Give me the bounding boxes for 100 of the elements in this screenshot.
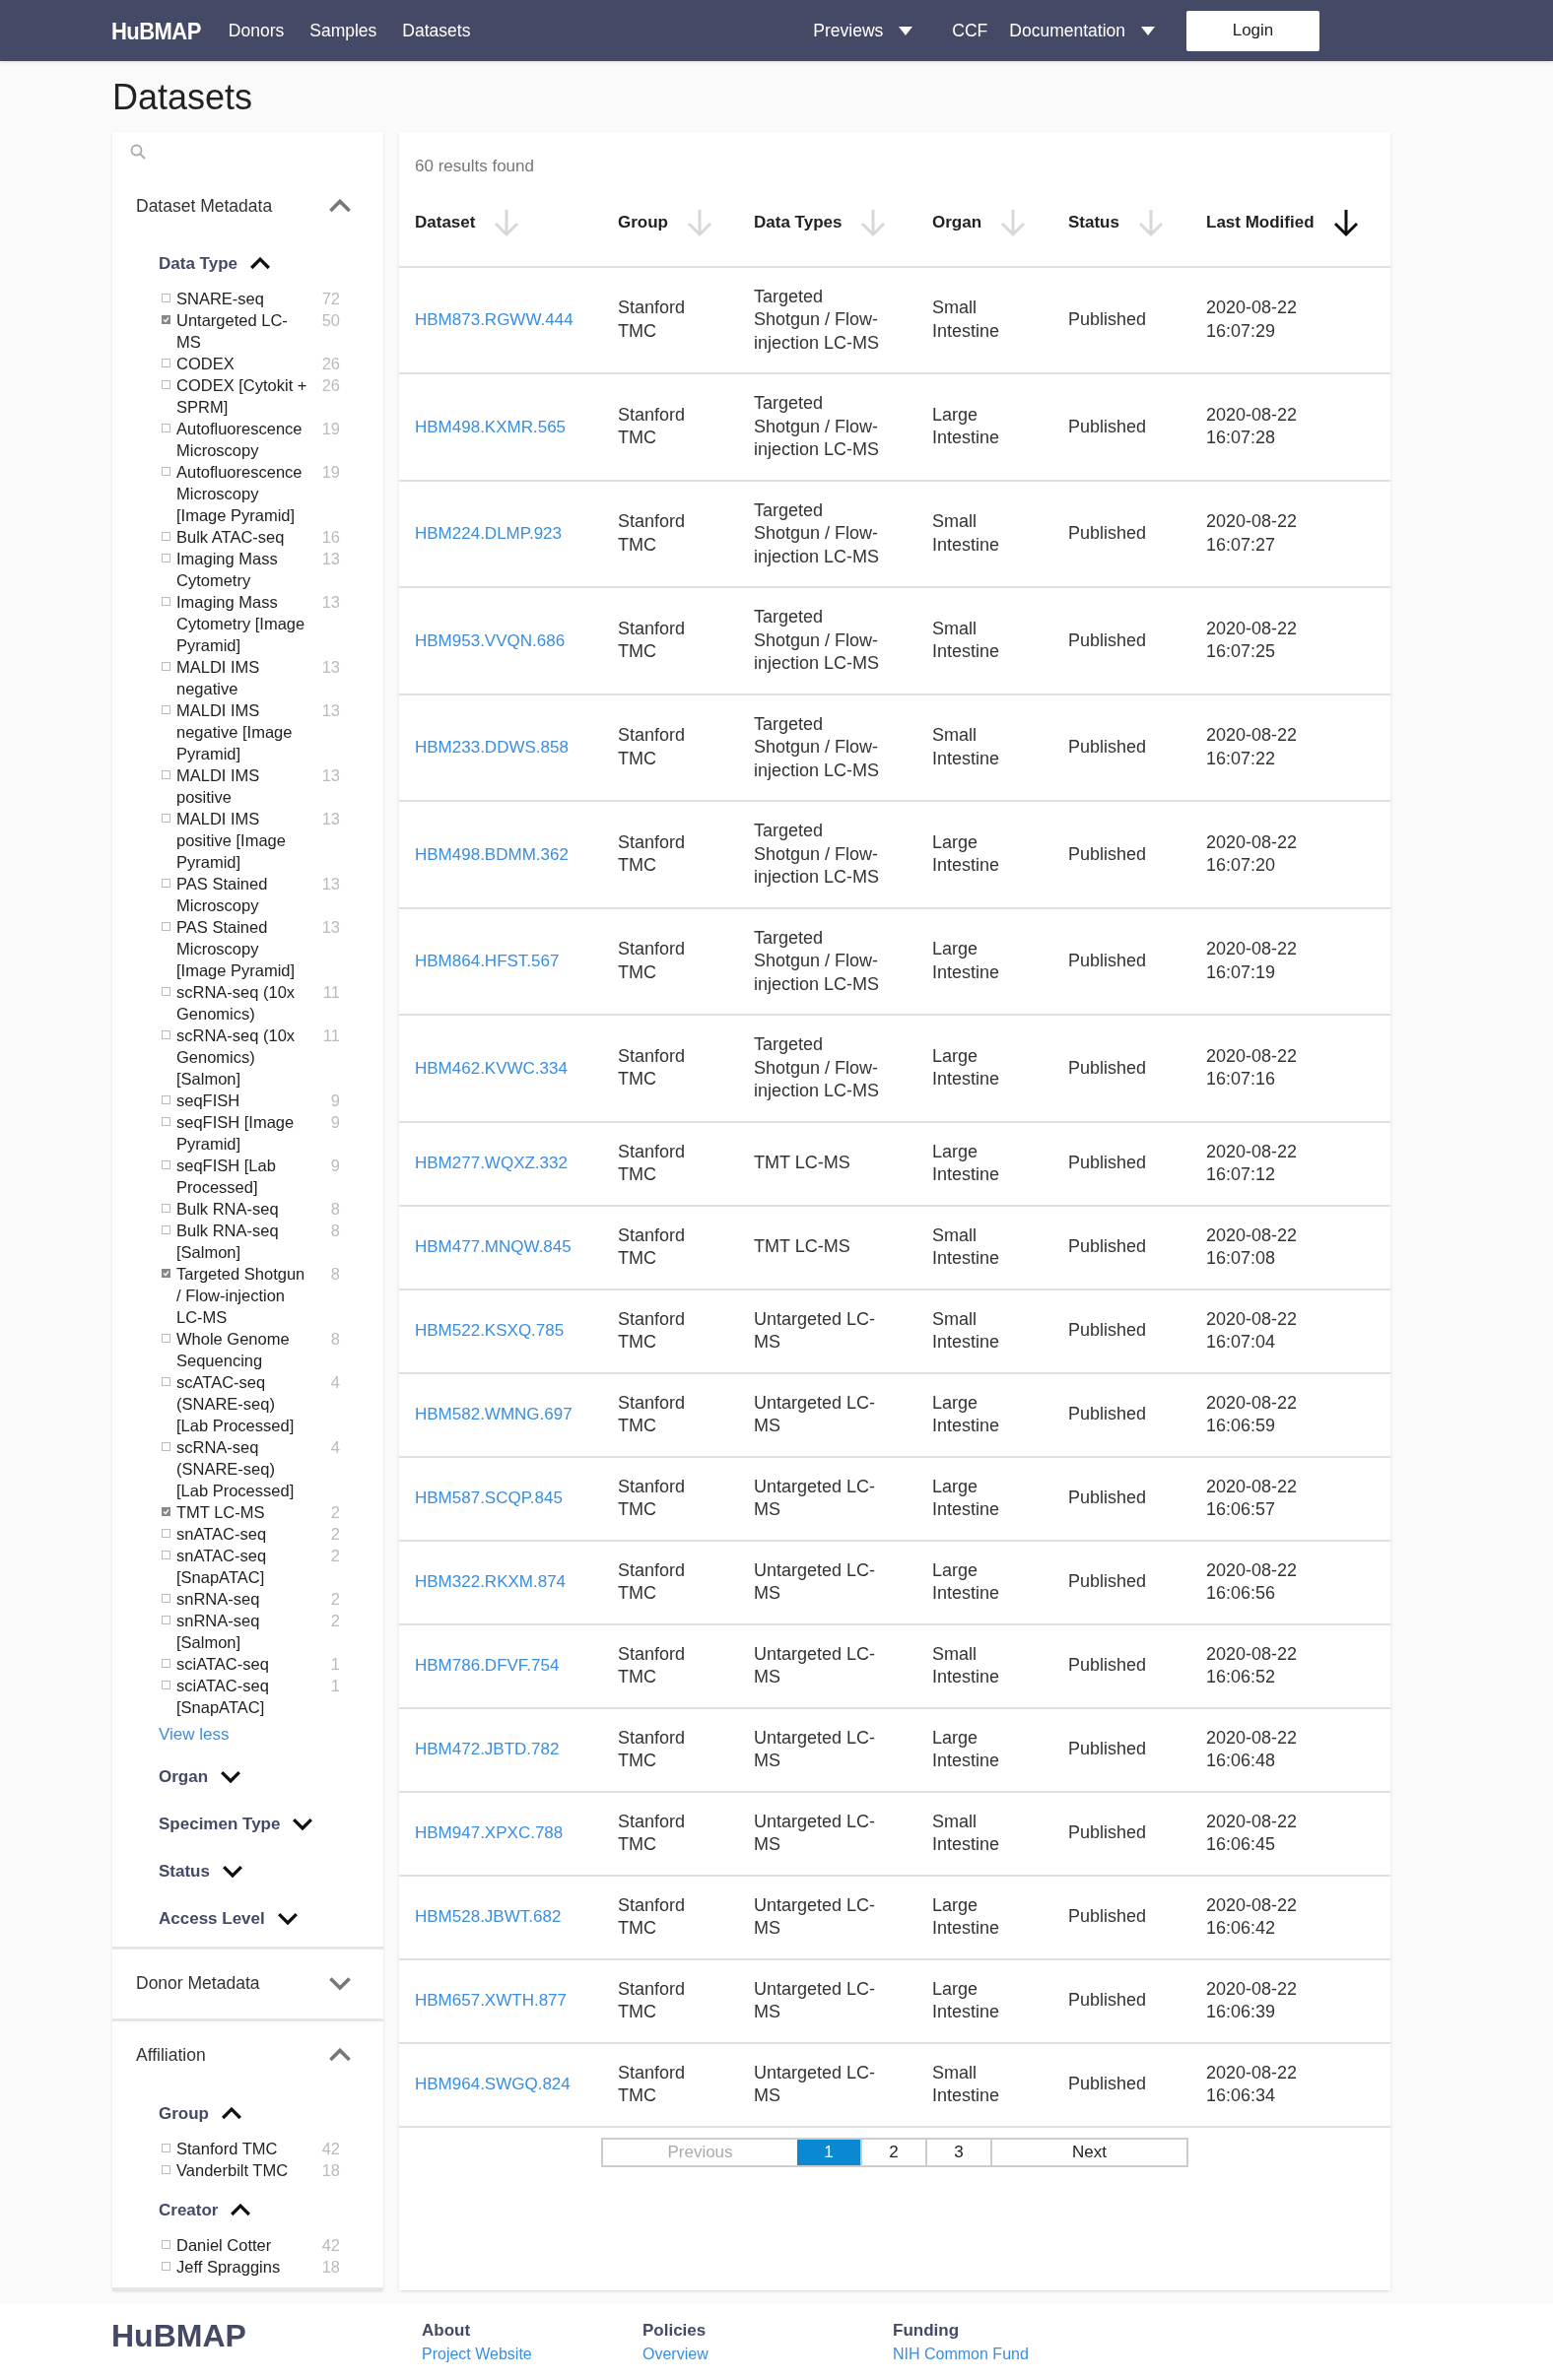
facet-title[interactable]: Organ [159,1763,209,1790]
page-button[interactable]: 1 [797,2139,862,2165]
checkbox[interactable] [162,662,170,671]
nav-link[interactable]: Previews [813,17,913,44]
checkbox[interactable] [162,1659,170,1668]
facet-label[interactable]: snRNA-seq [176,1588,308,1610]
checkbox[interactable] [162,1529,170,1538]
checkbox[interactable] [162,467,170,476]
checkbox[interactable] [162,814,170,823]
checkbox[interactable] [162,424,170,432]
chevron-down-icon[interactable] [220,1769,242,1784]
facet-label[interactable]: scRNA-seq (SNARE-seq) [Lab Processed] [176,1436,308,1501]
checkbox[interactable] [162,1030,170,1039]
view-less-link[interactable]: View less [159,1722,383,1748]
section-title[interactable]: Dataset Metadata [136,192,273,220]
checkbox[interactable] [162,1551,170,1559]
chevron-up-icon[interactable] [221,2106,242,2121]
checkbox[interactable] [162,1117,170,1126]
checkbox[interactable] [162,554,170,562]
facet-label[interactable]: Targeted Shotgun / Flow-injection LC-MS [176,1263,308,1328]
chevron-down-icon[interactable] [221,1864,243,1879]
facet-label[interactable]: Bulk RNA-seq [Salmon] [176,1220,308,1263]
facet-label[interactable]: Untargeted LC-MS [176,309,308,353]
facet-label[interactable]: sciATAC-seq [176,1653,308,1675]
facet-label[interactable]: MALDI IMS negative [Image Pyramid] [176,699,308,764]
facet-title[interactable]: Creator [159,2197,219,2223]
search-icon[interactable] [130,144,146,160]
facet-label[interactable]: Autofluorescence Microscopy [176,418,308,461]
facet-label[interactable]: Stanford TMC [176,2137,308,2159]
facet-label[interactable]: Bulk RNA-seq [176,1198,308,1220]
facet-label[interactable]: MALDI IMS positive [176,764,308,808]
next-button[interactable]: Next [992,2139,1186,2165]
checkbox[interactable] [162,1095,170,1104]
facet-title[interactable]: Status [159,1858,210,1884]
dataset-link[interactable]: HBM322.RKXM.874 [415,1570,618,1594]
checkbox[interactable] [162,1204,170,1213]
nav-link[interactable]: Samples [309,17,377,44]
section-title[interactable]: Affiliation [136,2042,206,2069]
checkbox[interactable] [162,987,170,996]
facet-label[interactable]: seqFISH [176,1090,308,1111]
facet-label[interactable]: Autofluorescence Microscopy [Image Pyramid] [176,461,308,526]
checkbox[interactable] [162,359,170,367]
nav-link[interactable]: Donors [228,17,285,44]
logo[interactable]: HuBMAP [111,12,201,49]
chevron-up-icon[interactable] [249,257,271,271]
facet-label[interactable]: sciATAC-seq [SnapATAC] [176,1675,308,1718]
checkbox[interactable] [162,597,170,606]
checkbox[interactable] [162,1160,170,1169]
login-button[interactable]: Login [1186,10,1319,51]
column-header[interactable]: Group [618,209,668,235]
checkbox[interactable] [162,1681,170,1689]
checkbox[interactable] [162,2239,170,2249]
checkbox[interactable] [162,532,170,541]
column-header[interactable]: Organ [932,209,982,235]
column-header[interactable]: Data Types [754,209,843,235]
column-header[interactable]: Dataset [415,209,476,235]
section-title[interactable]: Donor Metadata [136,1970,260,1997]
chevron-down-icon[interactable] [292,1817,314,1831]
facet-title[interactable]: Group [159,2100,209,2127]
facet-label[interactable]: Bulk ATAC-seq [176,526,308,548]
column-header[interactable]: Last Modified [1206,209,1315,235]
facet-label[interactable]: TMT LC-MS [176,1501,308,1523]
checkbox[interactable] [162,1225,170,1234]
facet-title[interactable]: Data Type [159,251,237,277]
checkbox[interactable] [162,294,170,302]
facet-title[interactable]: Access Level [159,1905,265,1932]
footer-link[interactable]: Overview [642,2343,893,2366]
facet-label[interactable]: seqFISH [Lab Processed] [176,1155,308,1198]
facet-label[interactable]: Imaging Mass Cytometry [176,548,308,591]
facet-label[interactable]: Vanderbilt TMC [176,2158,308,2181]
checkbox[interactable] [162,1442,170,1451]
facet-label[interactable]: Daniel Cotter [176,2233,308,2256]
checkbox[interactable] [162,1507,170,1516]
checkbox[interactable] [162,1269,170,1278]
footer-link[interactable]: Project Website [422,2343,642,2366]
checkbox[interactable] [162,1334,170,1343]
checkbox[interactable] [162,2143,170,2152]
facet-label[interactable]: MALDI IMS positive [Image Pyramid] [176,808,308,873]
facet-label[interactable]: PAS Stained Microscopy [176,873,308,916]
checkbox[interactable] [162,380,170,389]
nav-link[interactable]: Documentation [1009,17,1155,44]
checkbox[interactable] [162,315,170,324]
checkbox[interactable] [162,2164,170,2174]
facet-label[interactable]: snATAC-seq [176,1523,308,1545]
chevron-up-icon[interactable] [230,2203,252,2217]
facet-title[interactable]: Specimen Type [159,1811,281,1837]
dataset-link[interactable]: HBM582.WMNG.697 [415,1403,618,1426]
nav-link[interactable]: Datasets [402,17,471,44]
checkbox[interactable] [162,1594,170,1603]
chevron-down-icon[interactable] [276,1911,299,1926]
checkbox[interactable] [162,1377,170,1386]
checkbox[interactable] [162,879,170,888]
facet-label[interactable]: CODEX [Cytokit + SPRM] [176,374,308,418]
checkbox[interactable] [162,705,170,714]
facet-label[interactable]: scRNA-seq (10x Genomics) [176,981,308,1025]
facet-label[interactable]: MALDI IMS negative [176,656,308,699]
checkbox[interactable] [162,2261,170,2271]
footer-link[interactable]: NIH Common Fund [893,2343,1029,2366]
checkbox[interactable] [162,922,170,931]
column-header[interactable]: Status [1068,209,1119,235]
